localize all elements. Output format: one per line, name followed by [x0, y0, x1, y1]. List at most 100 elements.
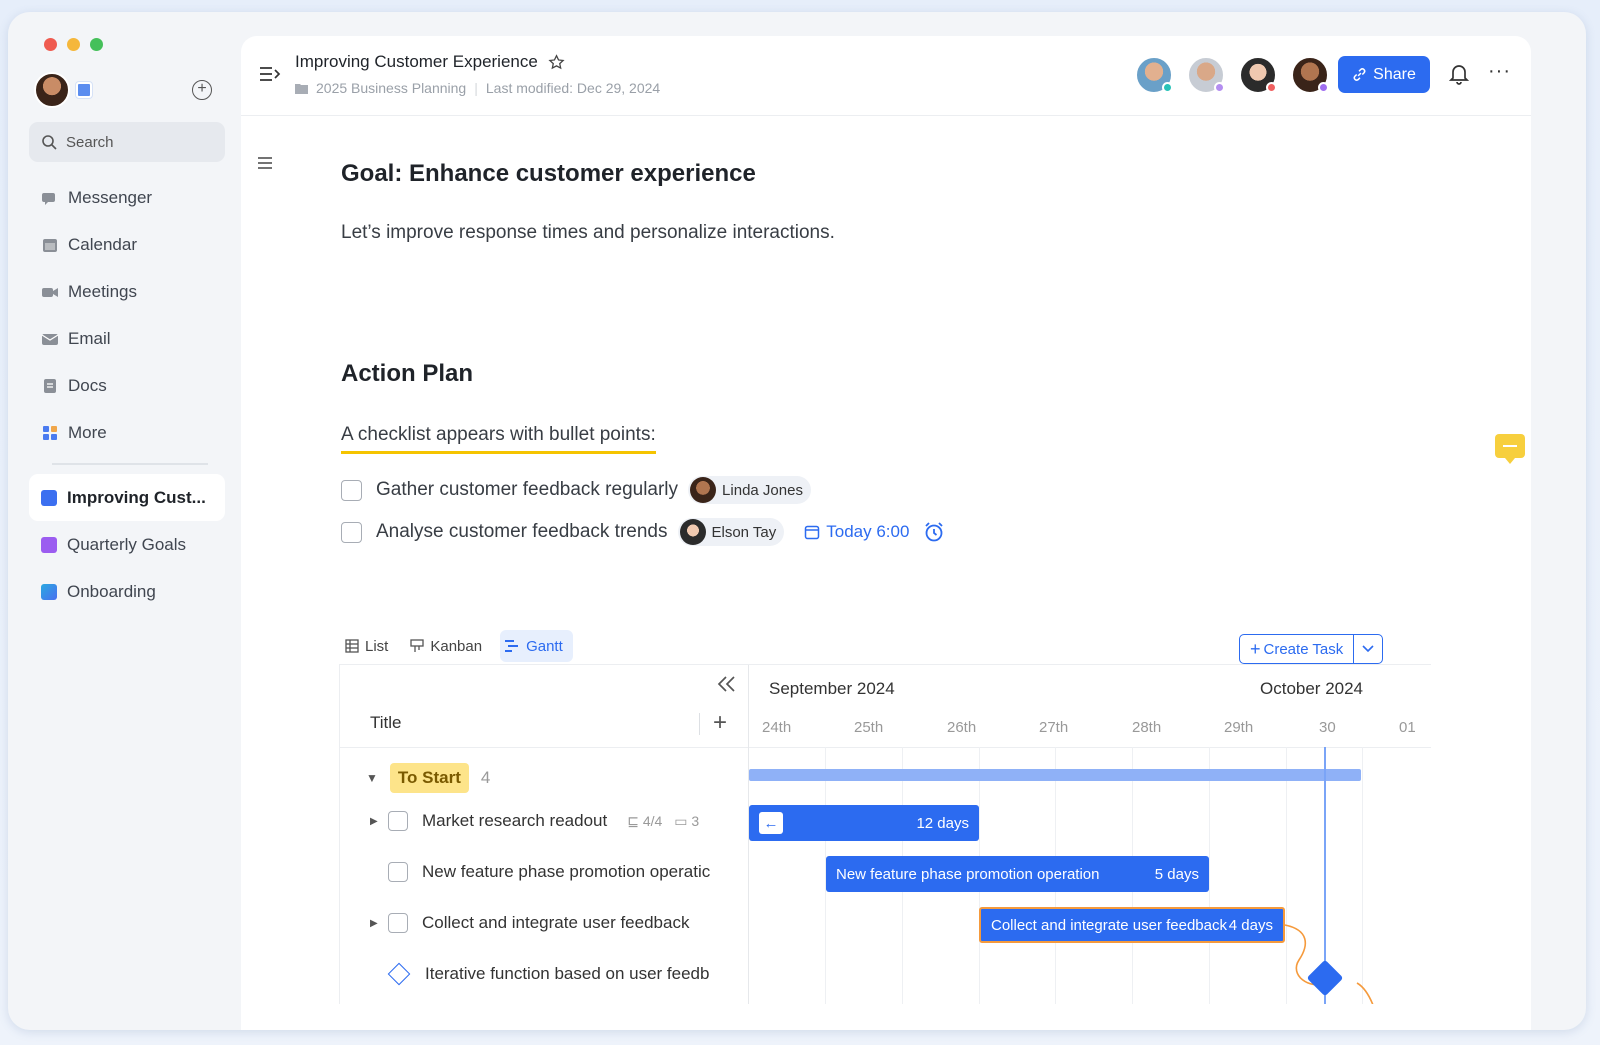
presence-dot: [1318, 82, 1329, 93]
caret-down-icon[interactable]: ▼: [366, 771, 378, 785]
sidebar-toggle-icon[interactable]: [259, 66, 281, 87]
sidebar-item-messenger[interactable]: Messenger: [29, 174, 225, 221]
doc-icon: [41, 583, 57, 600]
tab-list[interactable]: List: [341, 630, 398, 662]
subtask-count: ⊑ 4/4: [627, 813, 662, 830]
comment-count: ▭ 3: [674, 813, 699, 830]
task-row[interactable]: New feature phase promotion operatic: [370, 862, 710, 882]
task-title: Iterative function based on user feedb: [425, 964, 710, 983]
sidebar-item-calendar[interactable]: Calendar: [29, 221, 225, 268]
sidebar-doc-label: Onboarding: [67, 581, 156, 601]
subtask-count-text: 4/4: [642, 812, 663, 829]
plus-icon: +: [1250, 638, 1261, 659]
share-label: Share: [1373, 65, 1416, 83]
docs-icon: [41, 377, 59, 395]
task-bar-market-research[interactable]: ← 12 days: [749, 805, 979, 841]
add-column-button[interactable]: +: [713, 709, 727, 737]
tab-gantt[interactable]: Gantt: [500, 630, 573, 662]
todo-checkbox[interactable]: [341, 479, 362, 501]
sidebar-doc-quarterly-goals[interactable]: Quarterly Goals: [29, 521, 225, 568]
view-switcher: List Kanban Gantt: [341, 630, 573, 662]
add-circle-button[interactable]: +: [192, 80, 212, 100]
group-to-start[interactable]: ▼ To Start 4: [366, 763, 490, 793]
task-row[interactable]: ▶ Collect and integrate user feedback: [370, 913, 689, 933]
month-label: October 2024: [1260, 679, 1364, 698]
create-task-main[interactable]: + Create Task: [1240, 635, 1355, 663]
task-bar-new-feature[interactable]: New feature phase promotion operation 5 …: [826, 856, 1209, 892]
day-label: 24th: [762, 719, 792, 736]
collaborator-avatars: [1135, 56, 1329, 94]
collaborator-avatar[interactable]: [1239, 56, 1277, 94]
collaborator-avatar[interactable]: [1135, 56, 1173, 94]
comment-marker-icon[interactable]: [1495, 434, 1525, 464]
task-bar-collect-feedback[interactable]: Collect and integrate user feedback 4 da…: [979, 907, 1285, 943]
sidebar-docs-list: Improving Cust... Quarterly Goals Onboar…: [29, 474, 225, 615]
caret-right-icon[interactable]: ▶: [370, 816, 388, 827]
create-task-dropdown[interactable]: [1354, 642, 1382, 656]
minimize-window-button[interactable]: [67, 38, 80, 51]
sidebar-divider: [52, 463, 208, 465]
sidebar-doc-improving-customer-experience[interactable]: Improving Cust...: [29, 474, 225, 521]
more-options-icon[interactable]: ···: [1488, 60, 1511, 83]
app-window: + Search Messenger Calendar Meetings Ema…: [8, 12, 1586, 1030]
gantt-timeline: September 2024 October 2024 24th 25th 26…: [749, 665, 1431, 1004]
create-task-label: Create Task: [1263, 640, 1344, 658]
calendar-icon: [41, 236, 59, 254]
assignee-mention[interactable]: Linda Jones: [688, 476, 811, 504]
task-row[interactable]: ▶ Market research readout ⊑ 4/4 ▭ 3: [370, 811, 699, 831]
group-badge: To Start: [389, 763, 469, 793]
milestone-diamond-icon: [387, 962, 411, 986]
close-window-button[interactable]: [44, 38, 57, 51]
presence-dot: [1162, 82, 1173, 93]
task-row[interactable]: Iterative function based on user feedb: [370, 962, 710, 986]
task-checkbox[interactable]: [388, 913, 408, 933]
folder-breadcrumb[interactable]: 2025 Business Planning: [316, 80, 466, 96]
sidebar-item-label: Meetings: [68, 281, 137, 301]
todo-checkbox[interactable]: [341, 521, 362, 543]
assignee-avatar: [690, 477, 717, 503]
collaborator-avatar[interactable]: [1291, 56, 1329, 94]
tab-kanban[interactable]: Kanban: [406, 630, 492, 662]
notification-bell-icon[interactable]: [1448, 63, 1470, 90]
task-checkbox[interactable]: [388, 811, 408, 831]
task-meta: ⊑ 4/4 ▭ 3: [627, 813, 699, 830]
bar-label: Collect and integrate user feedback: [991, 916, 1227, 934]
day-label: 28th: [1132, 719, 1162, 736]
meta-separator: |: [474, 80, 478, 96]
sidebar-item-docs[interactable]: Docs: [29, 362, 225, 409]
task-checkbox[interactable]: [388, 862, 408, 882]
caret-right-icon[interactable]: ▶: [370, 918, 388, 929]
gantt-icon: [505, 640, 519, 652]
collaborator-avatar[interactable]: [1187, 56, 1225, 94]
goal-heading: Goal: Enhance customer experience: [341, 160, 756, 187]
assignee-mention[interactable]: Elson Tay: [677, 518, 785, 546]
search-input[interactable]: Search: [29, 122, 225, 162]
sidebar-item-meetings[interactable]: Meetings: [29, 268, 225, 315]
sidebar-doc-onboarding[interactable]: Onboarding: [29, 568, 225, 615]
create-task-button[interactable]: + Create Task: [1239, 634, 1384, 664]
share-button[interactable]: Share: [1338, 56, 1430, 93]
alarm-clock-icon[interactable]: [923, 521, 945, 543]
day-label: 29th: [1224, 719, 1254, 736]
todo-text: Gather customer feedback regularly: [376, 479, 679, 500]
link-icon: [1353, 68, 1366, 81]
action-plan-heading: Action Plan: [341, 360, 474, 387]
sidebar-item-more[interactable]: More: [29, 409, 225, 456]
user-avatar[interactable]: [34, 72, 70, 108]
due-date[interactable]: Today 6:00: [804, 521, 945, 543]
sidebar-item-email[interactable]: Email: [29, 315, 225, 362]
sidebar-item-label: Calendar: [68, 234, 137, 254]
doc-icon: [41, 489, 57, 506]
bar-handle-icon[interactable]: ←: [759, 812, 783, 834]
star-icon[interactable]: [548, 53, 565, 71]
collapse-panel-icon[interactable]: [716, 675, 738, 699]
zoom-window-button[interactable]: [90, 38, 103, 51]
sidebar-item-label: Docs: [68, 375, 107, 395]
bar-duration: 5 days: [1154, 865, 1199, 883]
kanban-icon: [410, 639, 424, 652]
assignee-name: Linda Jones: [722, 481, 803, 499]
grid-line: [1209, 747, 1210, 1004]
outline-menu-icon[interactable]: [257, 154, 273, 175]
sidebar-doc-label: Quarterly Goals: [67, 534, 187, 554]
sidebar-item-label: Email: [68, 328, 111, 348]
